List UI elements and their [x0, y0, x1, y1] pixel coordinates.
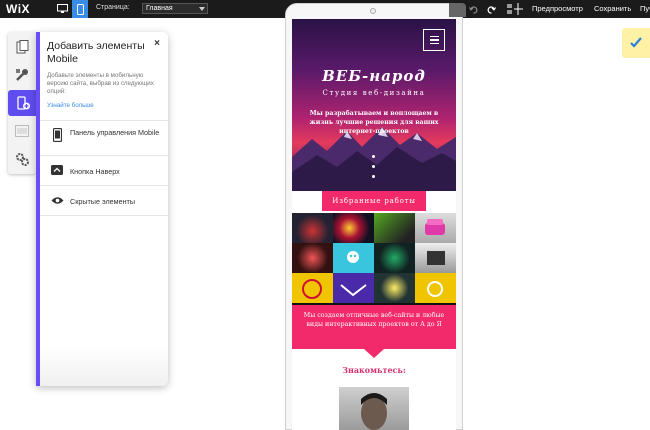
hamburger-menu-button[interactable] [423, 29, 445, 51]
menu-icon [429, 35, 439, 38]
undo-button[interactable] [466, 0, 480, 18]
portfolio-tile[interactable] [333, 213, 374, 243]
panel-description: Добавьте элементы в мобильную версию сай… [47, 72, 154, 95]
save-button[interactable]: Сохранить [594, 4, 631, 13]
left-tool-strip [8, 32, 38, 174]
add-mobile-tool-button[interactable] [8, 90, 38, 116]
settings-tool-button[interactable] [8, 146, 36, 172]
portfolio-tile[interactable] [292, 243, 333, 273]
featured-works-button[interactable]: Избранные работы [322, 191, 426, 211]
camera-dot [370, 8, 376, 14]
desktop-view-button[interactable] [54, 0, 70, 18]
pages-tool-button[interactable] [8, 34, 36, 60]
site-title: ВЕБ-народ [322, 67, 426, 85]
undo-icon [468, 5, 477, 14]
panel-item-mobile-action-bar[interactable]: Панель управления Mobile [40, 120, 168, 150]
phone-icon [50, 128, 64, 142]
page-select[interactable]: Главная [142, 3, 208, 14]
design-tool-button[interactable] [8, 62, 36, 88]
preview-button[interactable]: Предпросмотр [532, 4, 583, 13]
panel-item-back-to-top[interactable]: Кнопка Наверх [40, 155, 168, 185]
panel-item-hidden-elements[interactable]: Скрытые элементы [40, 185, 168, 215]
mobile-icon [76, 3, 84, 15]
layout-tool-button[interactable] [8, 118, 36, 144]
desktop-icon [56, 4, 68, 13]
chevron-down-icon [199, 7, 205, 11]
band-arrow [364, 349, 384, 358]
portfolio-tile[interactable] [292, 213, 333, 243]
pages-icon [16, 40, 28, 54]
portfolio-tile[interactable] [374, 273, 415, 303]
portfolio-tile[interactable] [415, 243, 456, 273]
publish-button[interactable]: Пуб [640, 4, 650, 13]
page-label: Страница: [96, 4, 130, 11]
eye-icon [50, 193, 64, 207]
help-tab-button[interactable] [622, 28, 650, 58]
gear-icon [16, 153, 29, 166]
slider-dots[interactable] [372, 155, 376, 185]
portfolio-tile[interactable] [415, 273, 456, 303]
panel-item-label: Кнопка Наверх [70, 167, 120, 176]
team-photo [339, 387, 409, 430]
layout-icon [15, 125, 29, 137]
services-band: Мы создаем отличные веб-сайты и любые ви… [292, 305, 456, 349]
portfolio-tile[interactable] [374, 213, 415, 243]
tools-icon [16, 69, 28, 81]
site-subtitle: Студия веб-дизайна [322, 89, 426, 97]
panel-item-label: Скрытые элементы [70, 197, 136, 206]
chevron-up-icon [50, 163, 64, 177]
tools-button[interactable] [504, 0, 526, 18]
redo-icon [487, 5, 496, 14]
check-arrow-icon [630, 37, 642, 48]
page-select-value: Главная [146, 5, 173, 12]
portfolio-tile[interactable] [292, 273, 333, 303]
learn-more-link[interactable]: Узнайте больше [47, 102, 94, 109]
hero-section[interactable]: ВЕБ-народ Студия веб-дизайна Мы разрабат… [292, 19, 456, 191]
mobile-preview-frame: ВЕБ-народ Студия веб-дизайна Мы разрабат… [285, 3, 463, 430]
wix-logo: WiX [6, 2, 31, 16]
panel-title: Добавить элементы Mobile [47, 40, 145, 65]
portfolio-tile[interactable] [374, 243, 415, 273]
panel-footer-fade [40, 346, 168, 386]
redo-button[interactable] [484, 0, 498, 18]
toolbar-tools-icon [507, 3, 523, 15]
panel-item-label: Панель управления Mobile [70, 128, 160, 137]
portfolio-tile[interactable] [333, 273, 374, 303]
mobile-site-canvas[interactable]: ВЕБ-народ Студия веб-дизайна Мы разрабат… [292, 19, 456, 430]
portfolio-tile[interactable] [333, 243, 374, 273]
add-mobile-elements-panel: Добавить элементы Mobile × Добавьте элем… [36, 32, 168, 386]
mobile-add-icon [16, 95, 30, 110]
close-icon[interactable]: × [154, 38, 160, 49]
site-tagline: Мы разрабатываем и воплощаем в жизнь луч… [309, 110, 439, 135]
portfolio-grid [292, 213, 456, 305]
mobile-view-button[interactable] [72, 0, 88, 18]
meet-heading: Знакомьтесь: [342, 365, 406, 375]
phone-side-tab [449, 3, 466, 17]
portfolio-tile[interactable] [415, 213, 456, 243]
panel-divider [40, 215, 168, 216]
